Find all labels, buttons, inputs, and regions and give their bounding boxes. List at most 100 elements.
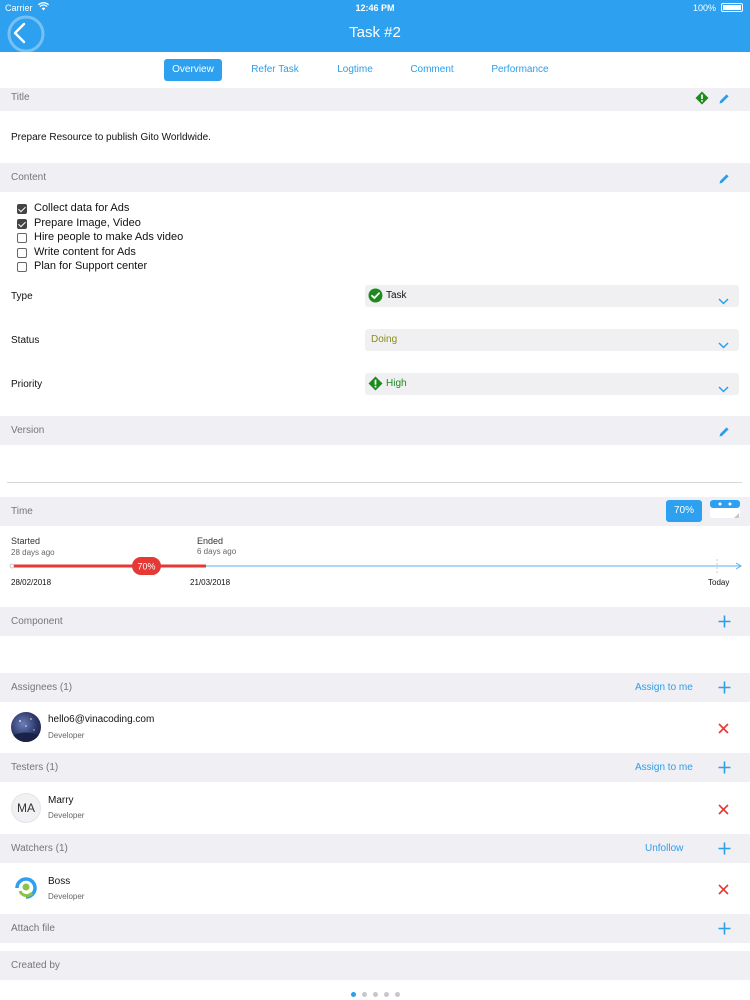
assignee-name: hello6@vinacoding.com <box>48 714 155 725</box>
pencil-icon <box>719 94 729 104</box>
tester-name: Marry <box>48 795 74 806</box>
add-attachment-button[interactable] <box>718 922 731 940</box>
pencil-icon <box>719 427 729 437</box>
page-dot[interactable] <box>394 992 400 997</box>
navigation-bar: Carrier 12:46 PM 100% Task #2 <box>0 0 750 53</box>
priority-diamond-icon <box>695 91 709 110</box>
ended-label: Ended <box>197 536 224 546</box>
end-date: 21/03/2018 <box>190 578 231 587</box>
content-section-header: Content <box>0 163 750 192</box>
status-select[interactable]: Doing <box>365 329 739 351</box>
tab-comment[interactable]: Comment <box>401 59 463 81</box>
assignee-role: Developer <box>48 731 85 740</box>
attach-section-label: Attach file <box>11 923 55 934</box>
add-tester-button[interactable] <box>718 761 731 779</box>
tab-overview[interactable]: Overview <box>164 59 222 81</box>
status-label: Status <box>11 335 40 346</box>
watchers-section-label: Watchers (1) <box>11 843 68 854</box>
chevron-down-icon <box>718 292 729 310</box>
checklist-item-label: Hire people to make Ads video <box>34 231 184 243</box>
close-icon <box>718 723 729 734</box>
watchers-section-header: Watchers (1) Unfollow <box>0 834 750 863</box>
status-value: Doing <box>371 334 398 345</box>
calendar-icon <box>710 500 740 518</box>
tab-performance[interactable]: Performance <box>480 59 560 81</box>
close-icon <box>718 884 729 895</box>
priority-value: High <box>386 378 407 389</box>
tester-role: Developer <box>48 811 85 820</box>
task-title-text: Prepare Resource to publish Gito Worldwi… <box>11 132 211 143</box>
page-dot-active[interactable] <box>350 992 356 997</box>
created-by-section-header: Created by <box>0 951 750 980</box>
priority-diamond-icon <box>368 376 383 396</box>
battery-icon <box>721 3 743 12</box>
type-value: Task <box>386 290 407 301</box>
edit-title-button[interactable] <box>718 92 730 110</box>
add-watcher-button[interactable] <box>718 842 731 860</box>
clock: 12:46 PM <box>355 3 395 13</box>
checkbox-unchecked[interactable] <box>17 262 27 272</box>
time-section-header: Time 70% <box>0 497 750 526</box>
plus-icon <box>718 842 731 855</box>
remove-tester-button[interactable] <box>718 802 729 820</box>
battery-percent: 100% <box>692 3 716 13</box>
calendar-button[interactable] <box>709 499 741 526</box>
watcher-role: Developer <box>48 892 85 901</box>
assignees-section-label: Assignees (1) <box>11 682 73 693</box>
checklist-item-label: Write content for Ads <box>34 246 136 258</box>
page-dot[interactable] <box>361 992 367 997</box>
remove-assignee-button[interactable] <box>718 721 729 739</box>
pencil-icon <box>719 174 729 184</box>
version-section-header: Version <box>0 416 750 445</box>
plus-icon <box>718 761 731 774</box>
content-section-label: Content <box>11 172 47 183</box>
plus-icon <box>718 681 731 694</box>
component-section-label: Component <box>11 616 63 627</box>
checkbox-unchecked[interactable] <box>17 248 27 258</box>
tab-bar: Overview Refer Task Logtime Comment Perf… <box>0 52 750 88</box>
checkbox-checked[interactable] <box>17 204 27 214</box>
checkbox-checked[interactable] <box>17 219 27 229</box>
priority-select[interactable]: High <box>365 373 739 395</box>
plus-icon <box>718 922 731 935</box>
type-select[interactable]: Task <box>365 285 739 307</box>
add-component-button[interactable] <box>718 615 731 633</box>
status-bar: Carrier 12:46 PM 100% <box>0 0 750 16</box>
check-circle-icon <box>368 288 383 308</box>
start-date: 28/02/2018 <box>11 578 52 587</box>
tab-refer-task[interactable]: Refer Task <box>241 59 309 81</box>
divider <box>7 482 742 483</box>
testers-section-label: Testers (1) <box>11 762 59 773</box>
tab-logtime[interactable]: Logtime <box>326 59 384 81</box>
unfollow-link[interactable]: Unfollow <box>645 843 683 854</box>
remove-watcher-button[interactable] <box>718 882 729 900</box>
plus-icon <box>718 615 731 628</box>
task-detail-screen: Carrier 12:46 PM 100% Task #2 Overview R… <box>0 0 750 1000</box>
attach-section-header: Attach file <box>0 914 750 943</box>
page-dot[interactable] <box>372 992 378 997</box>
assign-to-me-link[interactable]: Assign to me <box>635 682 693 693</box>
add-assignee-button[interactable] <box>718 681 731 699</box>
ended-ago: 6 days ago <box>197 547 237 556</box>
checklist-item-label: Prepare Image, Video <box>34 217 141 229</box>
avatar-initials: MA <box>11 793 41 823</box>
progress-bubble-label: 70% <box>137 562 155 572</box>
created-by-section-label: Created by <box>11 960 60 971</box>
chevron-down-icon <box>718 380 729 398</box>
component-section-header: Component <box>0 607 750 636</box>
version-section-label: Version <box>11 425 45 436</box>
edit-content-button[interactable] <box>718 172 730 190</box>
title-section-label: Title <box>11 92 30 103</box>
timeline: 70% <box>9 557 742 575</box>
page-dot[interactable] <box>383 992 389 997</box>
progress-badge[interactable]: 70% <box>666 500 702 522</box>
assign-to-me-link[interactable]: Assign to me <box>635 762 693 773</box>
time-section-label: Time <box>11 506 33 517</box>
page-indicator[interactable] <box>0 984 750 997</box>
checklist-item-label: Collect data for Ads <box>34 202 130 214</box>
priority-label: Priority <box>11 379 43 390</box>
avatar <box>11 712 41 742</box>
type-label: Type <box>11 291 33 302</box>
edit-version-button[interactable] <box>718 425 730 443</box>
checkbox-unchecked[interactable] <box>17 233 27 243</box>
